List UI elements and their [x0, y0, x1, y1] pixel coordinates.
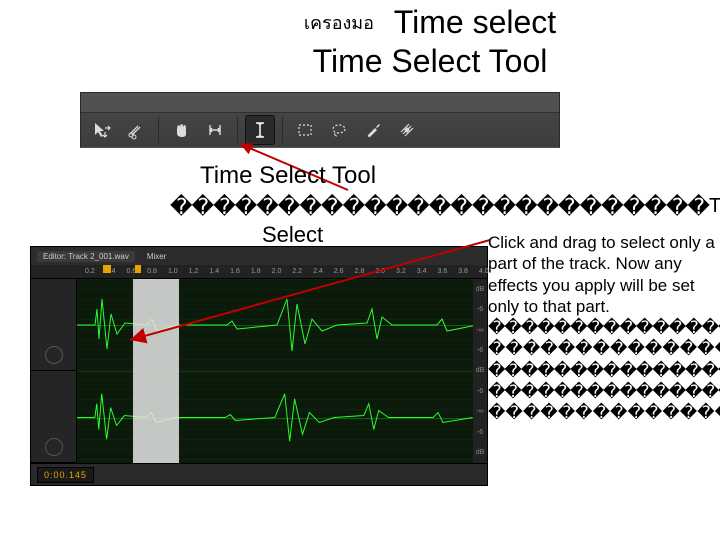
callout-select: Select: [262, 222, 323, 248]
razor-tool[interactable]: [121, 115, 151, 145]
waveform-channel-controls: [31, 279, 77, 463]
time-selection-region[interactable]: [133, 279, 179, 463]
playhead-time: 0:00.145: [37, 467, 94, 483]
stretch-tool[interactable]: [200, 115, 230, 145]
title-eng: Time select: [394, 4, 556, 41]
waveform-tab-editor[interactable]: Editor: Track 2_001.wav: [37, 251, 135, 262]
callout-heading: Time Select Tool: [200, 162, 376, 190]
heal-tool[interactable]: [392, 115, 422, 145]
title-thai: เครองมอ: [304, 8, 374, 37]
waveform-tab-mixer[interactable]: Mixer: [141, 251, 173, 262]
waveform-footer: 0:00.145: [31, 463, 487, 485]
slide-title: เครองมอ Time select Time Select Tool: [200, 4, 660, 80]
lasso-tool[interactable]: [324, 115, 354, 145]
selection-marker-icon[interactable]: [135, 265, 141, 273]
waveform-header: Editor: Track 2_001.wav Mixer: [31, 247, 487, 265]
move-tool[interactable]: [87, 115, 117, 145]
waveform-ruler[interactable]: 0.20.40.60.81.01.21.41.61.82.02.22.42.62…: [31, 265, 487, 279]
waveform-panel: Editor: Track 2_001.wav Mixer 0.20.40.60…: [30, 246, 488, 486]
description-text: Click and drag to select only a part of …: [488, 232, 720, 423]
waveform-canvas[interactable]: dB-6-∞-6dB-6-∞-6dB: [77, 279, 487, 463]
time-select-tool[interactable]: [245, 115, 275, 145]
callout-boxes-line: �������������������������Time�����������…: [170, 194, 720, 220]
playhead-marker-icon[interactable]: [103, 265, 111, 273]
brush-tool[interactable]: [358, 115, 388, 145]
audio-toolbar: [80, 92, 560, 148]
waveform-db-scale: dB-6-∞-6dB-6-∞-6dB: [473, 279, 487, 463]
marquee-tool[interactable]: [290, 115, 320, 145]
channel-knob-icon[interactable]: [45, 346, 63, 364]
title-line2: Time Select Tool: [200, 43, 660, 80]
channel-knob-icon[interactable]: [45, 438, 63, 456]
hand-tool[interactable]: [166, 115, 196, 145]
